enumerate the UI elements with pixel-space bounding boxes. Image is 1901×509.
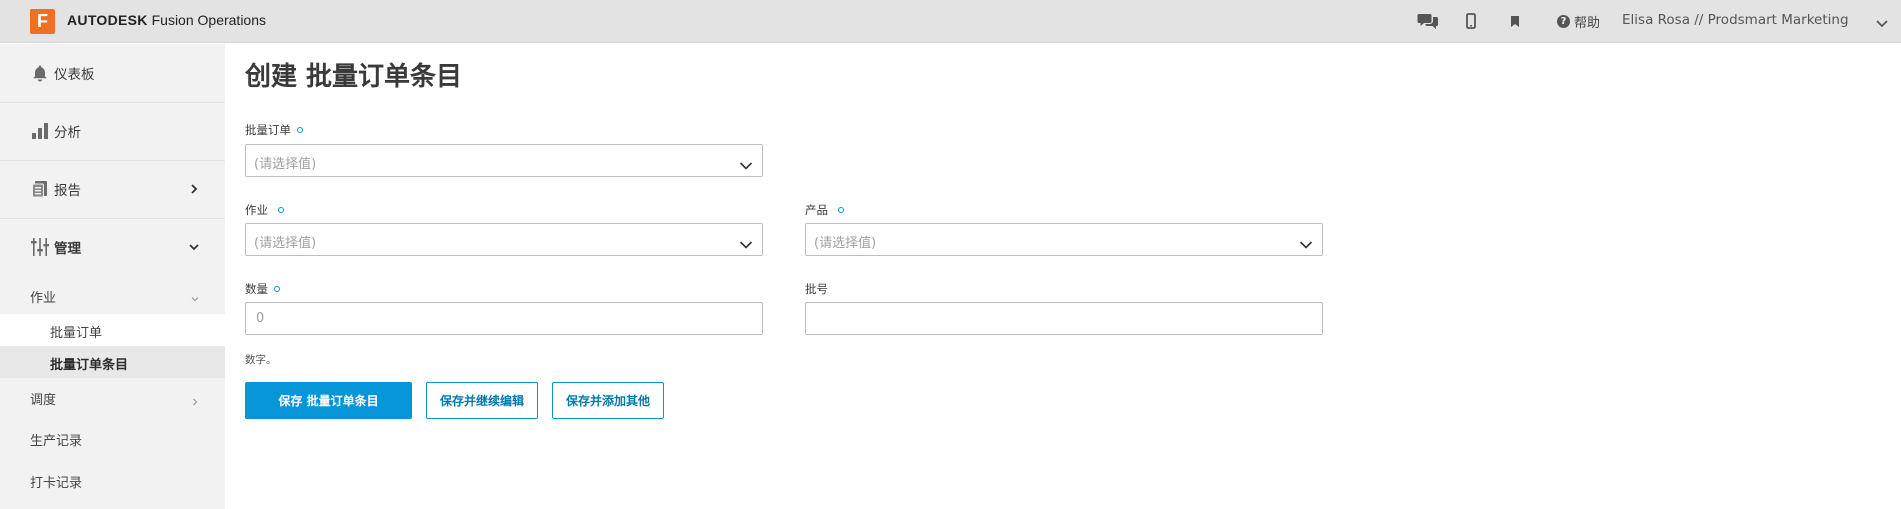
top-bar: F AUTODESK Fusion Operations ? 帮助 Elisa … (0, 0, 1901, 43)
fusion-logo[interactable]: F (30, 9, 58, 37)
save-and-continue-button[interactable]: 保存并继续编辑 (426, 382, 538, 419)
job-label: 作业 (245, 202, 284, 218)
sidebar-item-label: 管理 (54, 241, 81, 257)
sidebar-item-dashboard[interactable]: 仪表板 (0, 44, 225, 102)
sidebar-item-analysis[interactable]: 分析 (0, 102, 225, 160)
batch-order-label: 批量订单 (245, 122, 303, 138)
input-placeholder: 0 (256, 311, 265, 326)
select-placeholder: (请选择值) (254, 236, 317, 251)
sidebar-group-clock-records[interactable]: 打卡记录 (0, 460, 225, 502)
help-link[interactable]: ? 帮助 (1557, 12, 1600, 31)
sidebar-group-label: 生产记录 (30, 434, 83, 449)
sidebar-subitem-batch-orders[interactable]: 批量订单 (0, 314, 225, 346)
sidebar-group-label: 作业 (30, 291, 57, 306)
user-menu[interactable]: Elisa Rosa // Prodsmart Marketing (1622, 12, 1849, 28)
sliders-icon (30, 237, 50, 257)
sidebar-item-label: 报告 (54, 183, 81, 199)
lot-number-input[interactable] (805, 302, 1323, 335)
sidebar-item-label: 分析 (54, 125, 81, 141)
chevron-right-icon (188, 180, 200, 199)
sidebar-item-label: 仪表板 (54, 67, 95, 83)
brand-name-product: Fusion Operations (147, 12, 267, 28)
field-label-text: 作业 (245, 203, 268, 217)
sidebar-item-reports[interactable]: 报告 (0, 160, 225, 218)
lot-number-label: 批号 (805, 281, 828, 297)
save-button[interactable]: 保存 批量订单条目 (245, 382, 412, 419)
field-label-text: 批号 (805, 282, 828, 296)
chevron-down-icon (188, 238, 200, 257)
sidebar-group-scheduling[interactable]: 调度 (0, 378, 225, 418)
required-indicator-icon (278, 207, 284, 213)
chevron-down-icon (1299, 235, 1313, 254)
brand-name[interactable]: AUTODESK Fusion Operations (67, 12, 266, 28)
bookmark-icon[interactable] (1504, 11, 1526, 31)
batch-order-select[interactable]: (请选择值) (245, 144, 763, 177)
select-placeholder: (请选择值) (814, 236, 877, 251)
brand-name-bold: AUTODESK (67, 12, 148, 28)
field-label-text: 数量 (245, 282, 268, 296)
page-title: 创建 批量订单条目 (245, 62, 463, 92)
product-label: 产品 (805, 202, 844, 218)
bell-icon (30, 63, 50, 83)
sidebar-group-jobs[interactable]: 作业 (0, 278, 225, 314)
help-label: 帮助 (1574, 16, 1601, 31)
chat-icon[interactable] (1417, 11, 1439, 31)
quantity-label: 数量 (245, 281, 280, 297)
quantity-hint: 数字。 (245, 354, 277, 366)
report-icon (30, 179, 50, 199)
sidebar: 仪表板 分析 报告 管理 作业 批量订单 批量订单条目 调度 生产记录 打卡记录 (0, 44, 225, 509)
chevron-down-icon (739, 235, 753, 254)
sidebar-group-label: 调度 (30, 393, 57, 408)
save-and-add-another-button[interactable]: 保存并添加其他 (552, 382, 664, 419)
chevron-down-icon (190, 289, 200, 308)
chevron-right-icon (190, 392, 200, 411)
field-label-text: 产品 (805, 203, 828, 217)
sidebar-group-production-records[interactable]: 生产记录 (0, 418, 225, 460)
job-select[interactable]: (请选择值) (245, 223, 763, 256)
mobile-icon[interactable] (1460, 11, 1482, 31)
sidebar-subitem-batch-order-items[interactable]: 批量订单条目 (0, 346, 225, 378)
required-indicator-icon (838, 207, 844, 213)
chevron-down-icon[interactable] (1875, 14, 1889, 33)
sidebar-subitem-label: 批量订单条目 (50, 358, 129, 373)
sidebar-group-label: 打卡记录 (30, 476, 83, 491)
product-select[interactable]: (请选择值) (805, 223, 1323, 256)
sidebar-subitem-label: 批量订单 (50, 326, 103, 341)
quantity-input[interactable]: 0 (245, 302, 763, 335)
chevron-down-icon (739, 156, 753, 175)
bar-chart-icon (30, 121, 50, 141)
required-indicator-icon (297, 127, 303, 133)
sidebar-item-manage[interactable]: 管理 (0, 218, 225, 276)
select-placeholder: (请选择值) (254, 157, 317, 172)
field-label-text: 批量订单 (245, 123, 291, 137)
help-icon: ? (1557, 15, 1570, 28)
required-indicator-icon (274, 286, 280, 292)
